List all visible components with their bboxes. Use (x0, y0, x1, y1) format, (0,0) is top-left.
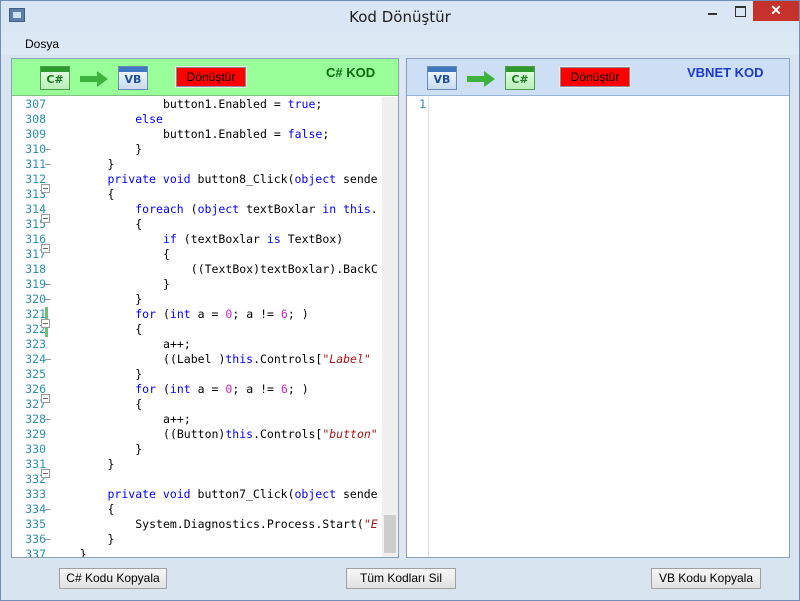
code-line[interactable]: { (52, 502, 382, 517)
vb-file-icon: VB (427, 66, 457, 90)
code-line[interactable]: System.Diagnostics.Process.Start("E (52, 517, 382, 532)
close-button[interactable]: ✕ (753, 1, 799, 21)
app-window: Kod Dönüştür ✕ Dosya C# VB Dönüştür C# K… (0, 0, 800, 601)
copy-vb-button[interactable]: VB Kodu Kopyala (651, 568, 761, 589)
close-icon: ✕ (770, 2, 782, 18)
vb-toolbar: VB C# Dönüştür VBNET KOD (407, 59, 789, 96)
code-line[interactable]: ((Label )this.Controls["Label" (52, 352, 382, 367)
collapse-icon[interactable] (41, 214, 50, 223)
code-line[interactable]: ((Button)this.Controls["button" (52, 427, 382, 442)
menu-bar: Dosya (1, 33, 799, 55)
arrow-right-icon (80, 71, 108, 87)
window-title: Kod Dönüştür (349, 8, 451, 26)
code-line[interactable]: } (52, 547, 382, 557)
code-line[interactable] (52, 472, 382, 487)
collapse-icon[interactable] (41, 244, 50, 253)
clear-all-button[interactable]: Tüm Kodları Sil (346, 568, 456, 589)
vb-language-label: VBNET KOD (687, 65, 764, 80)
fold-end-marker (45, 509, 51, 510)
minimize-button[interactable] (699, 1, 726, 21)
fold-end-marker (45, 299, 51, 300)
code-line[interactable]: if (textBoxlar is TextBox) (52, 232, 382, 247)
code-line[interactable]: } (52, 367, 382, 382)
collapse-icon[interactable] (41, 394, 50, 403)
code-line[interactable]: } (52, 277, 382, 292)
fold-end-marker (45, 149, 51, 150)
fold-end-marker (45, 419, 51, 420)
code-line[interactable]: } (52, 457, 382, 472)
title-bar[interactable]: Kod Dönüştür ✕ (1, 1, 799, 33)
csharp-file-icon: C# (505, 66, 535, 90)
fold-end-marker (45, 539, 51, 540)
code-line[interactable]: { (52, 247, 382, 262)
code-folding-margin (38, 97, 52, 557)
code-line[interactable]: private void button8_Click(object sende (52, 172, 382, 187)
code-line[interactable]: } (52, 292, 382, 307)
fold-end-marker (45, 164, 51, 165)
code-line[interactable]: } (52, 142, 382, 157)
csharp-toolbar: C# VB Dönüştür C# KOD (12, 59, 398, 96)
line-number-gutter: 1 (407, 97, 429, 557)
code-line[interactable]: } (52, 442, 382, 457)
code-line[interactable]: { (52, 187, 382, 202)
convert-vb-to-csharp-button[interactable]: Dönüştür (559, 66, 631, 88)
fold-end-marker (45, 359, 51, 360)
scrollbar-thumb[interactable] (384, 515, 396, 553)
maximize-button[interactable] (726, 1, 753, 21)
collapse-icon[interactable] (41, 469, 50, 478)
vb-panel: VB C# Dönüştür VBNET KOD 1 (406, 58, 790, 558)
fold-end-marker (45, 284, 51, 285)
arrow-right-icon (467, 71, 495, 87)
code-line[interactable]: button1.Enabled = true; (52, 97, 382, 112)
collapse-icon[interactable] (41, 184, 50, 193)
code-line[interactable]: ((TextBox)textBoxlar).BackC (52, 262, 382, 277)
menu-file[interactable]: Dosya (25, 37, 59, 51)
code-text-area[interactable]: button1.Enabled = true; else button1.Ena… (52, 97, 382, 557)
code-line[interactable]: { (52, 397, 382, 412)
csharp-file-icon: C# (40, 66, 70, 90)
code-line[interactable]: private void button7_Click(object sende (52, 487, 382, 502)
code-line[interactable]: for (int a = 0; a != 6; ) (52, 382, 382, 397)
code-line[interactable]: foreach (object textBoxlar in this. (52, 202, 382, 217)
panel-splitter[interactable] (400, 58, 405, 558)
code-line[interactable]: for (int a = 0; a != 6; ) (52, 307, 382, 322)
code-line[interactable]: button1.Enabled = false; (52, 127, 382, 142)
code-line[interactable]: a++; (52, 337, 382, 352)
csharp-language-label: C# KOD (326, 65, 376, 80)
vb-file-icon: VB (118, 66, 148, 90)
code-line[interactable]: { (52, 322, 382, 337)
code-line[interactable]: } (52, 157, 382, 172)
csharp-panel: C# VB Dönüştür C# KOD 307 308 309 310 311 312… (11, 58, 399, 558)
csharp-code-editor[interactable]: 307 308 309 310 311 312 313 314 315 316 317 318 319 3… (12, 97, 398, 557)
collapse-icon[interactable] (41, 319, 50, 328)
vertical-scrollbar[interactable] (382, 97, 398, 557)
code-line[interactable]: else (52, 112, 382, 127)
copy-csharp-button[interactable]: C# Kodu Kopyala (59, 568, 167, 589)
code-line[interactable]: { (52, 217, 382, 232)
code-line[interactable]: } (52, 532, 382, 547)
line-number: 1 (419, 97, 426, 111)
vb-code-editor[interactable]: 1 (407, 97, 789, 557)
convert-csharp-to-vb-button[interactable]: Dönüştür (175, 66, 247, 88)
code-line[interactable]: a++; (52, 412, 382, 427)
